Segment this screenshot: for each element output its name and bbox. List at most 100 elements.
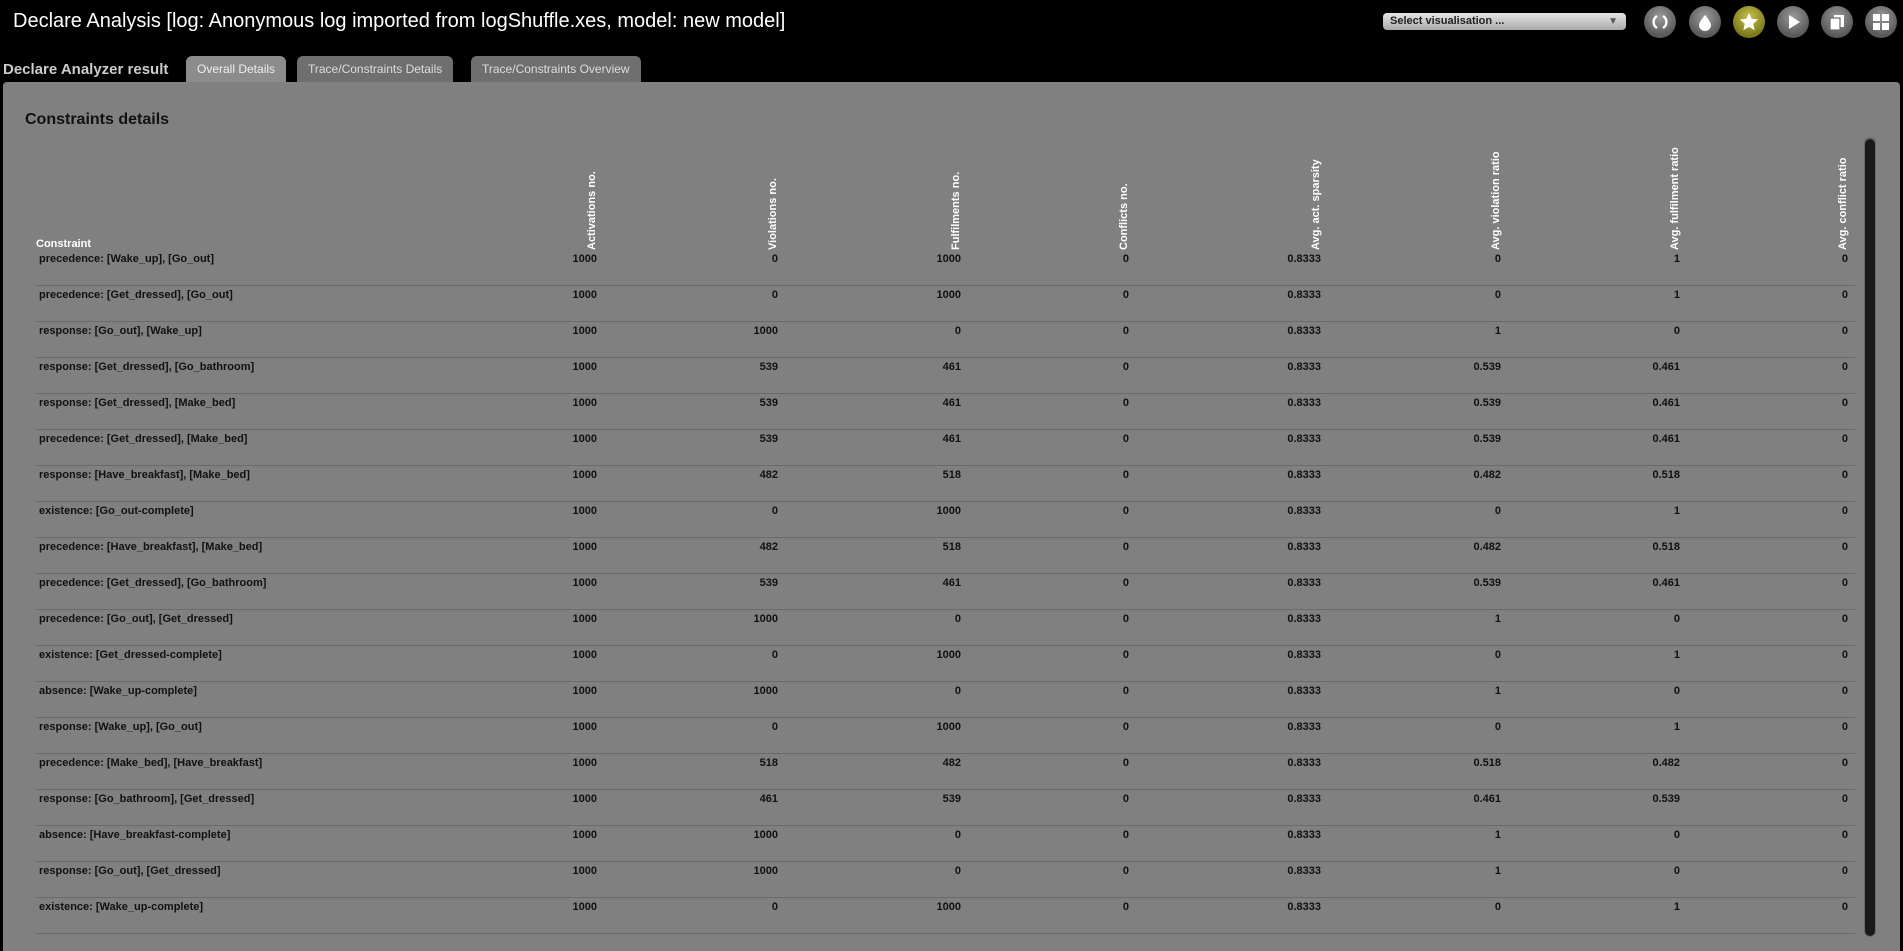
copy-icon (1829, 15, 1844, 31)
table-row[interactable]: existence: [Get_dressed-complete] 1000 0 10… (36, 646, 1855, 682)
value-cell: 0.482 (1652, 757, 1680, 769)
value-cell: 0.461 (1652, 361, 1680, 373)
column-header-avg-conflict-ratio: Avg. conflict ratio (1837, 157, 1849, 251)
copy-button[interactable] (1821, 6, 1853, 38)
value-cell: 0.461 (1652, 433, 1680, 445)
value-cell: 1 (1494, 685, 1501, 697)
value-cell: 0.8333 (1287, 505, 1321, 517)
value-cell: 0 (1841, 361, 1848, 373)
value-cell: 1000 (753, 829, 778, 841)
value-cell: 0 (1122, 649, 1129, 661)
table-row[interactable]: response: [Get_dressed], [Go_bathroom] 10… (36, 358, 1855, 394)
value-cell: 1 (1494, 325, 1501, 337)
value-cell: 482 (759, 469, 778, 481)
constraint-cell: response: [Go_out], [Get_dressed] (39, 865, 221, 877)
value-cell: 0 (954, 865, 961, 877)
column-header-avg-violation-ratio: Avg. violation ratio (1490, 151, 1502, 250)
column-header-avg-fulfilment-ratio: Avg. fulfilment ratio (1669, 147, 1681, 250)
value-cell: 0 (1841, 613, 1848, 625)
table-row[interactable]: absence: [Wake_up-complete] 1000 1000 0 0 0.8… (36, 682, 1855, 718)
value-cell: 0 (1841, 901, 1848, 913)
constraint-cell: response: [Get_dressed], [Make_bed] (39, 397, 236, 409)
value-cell: 0.518 (1652, 541, 1680, 553)
value-cell: 1 (1673, 505, 1680, 517)
table-row[interactable]: precedence: [Wake_up], [Go_out] 1000 0 1000… (36, 250, 1855, 286)
constraint-cell: precedence: [Get_dressed], [Go_out] (39, 289, 233, 301)
table-row[interactable]: absence: [Have_breakfast-complete] 1000 10… (36, 826, 1855, 862)
value-cell: 1000 (572, 829, 597, 841)
value-cell: 0.8333 (1287, 793, 1321, 805)
value-cell: 0 (1122, 253, 1129, 265)
value-cell: 0.539 (1473, 577, 1501, 589)
value-cell: 0 (1122, 829, 1129, 841)
table-row[interactable]: response: [Get_dressed], [Make_bed] 1000 5… (36, 394, 1855, 430)
constraint-cell: existence: [Wake_up-complete] (39, 901, 204, 913)
tab-trace-constraints-overview[interactable]: Trace/Constraints Overview (471, 56, 641, 82)
drop-button[interactable] (1689, 6, 1721, 38)
value-cell: 0 (1122, 865, 1129, 877)
column-header-activations: Activations no. (586, 171, 598, 250)
table-row[interactable]: response: [Go_bathroom], [Get_dressed] 10… (36, 790, 1855, 826)
value-cell: 0.461 (1652, 577, 1680, 589)
table-row[interactable]: precedence: [Get_dressed], [Go_out] 1000 0… (36, 286, 1855, 322)
table-row[interactable]: response: [Wake_up], [Go_out] 1000 0 1000 0 0… (36, 718, 1855, 754)
value-cell: 1000 (572, 865, 597, 877)
value-cell: 0 (1122, 577, 1129, 589)
star-button[interactable] (1733, 6, 1765, 38)
constraint-cell: precedence: [Get_dressed], [Go_bathroom] (39, 577, 267, 589)
value-cell: 1000 (936, 721, 961, 733)
table-row[interactable]: existence: [Wake_up-complete] 1000 0 1000 0 0… (36, 898, 1855, 934)
value-cell: 0 (1841, 865, 1848, 877)
value-cell: 0 (1122, 901, 1129, 913)
constraint-cell: response: [Go_out], [Wake_up] (39, 325, 202, 337)
value-cell: 1000 (572, 649, 597, 661)
column-header-avg-act-sparsity: Avg. act. sparsity (1310, 159, 1322, 250)
value-cell: 0.539 (1473, 397, 1501, 409)
table-row[interactable]: precedence: [Go_out], [Get_dressed] 1000 1… (36, 610, 1855, 646)
table-row[interactable]: response: [Go_out], [Get_dressed] 1000 100… (36, 862, 1855, 898)
value-cell: 0.8333 (1287, 397, 1321, 409)
value-cell: 518 (942, 469, 961, 481)
value-cell: 0 (954, 829, 961, 841)
grid-button[interactable] (1865, 6, 1897, 38)
table-row[interactable]: precedence: [Get_dressed], [Go_bathroom]… (36, 574, 1855, 610)
table-row[interactable]: precedence: [Get_dressed], [Make_bed] 100… (36, 430, 1855, 466)
value-cell: 482 (759, 541, 778, 553)
value-cell: 1 (1673, 253, 1680, 265)
table-row[interactable]: precedence: [Make_bed], [Have_breakfast]… (36, 754, 1855, 790)
column-header-constraint: Constraint (36, 238, 91, 250)
value-cell: 0 (771, 721, 778, 733)
play-button[interactable] (1777, 6, 1809, 38)
tab-trace-constraints-details[interactable]: Trace/Constraints Details (297, 56, 454, 82)
value-cell: 1 (1673, 901, 1680, 913)
value-cell: 0 (771, 289, 778, 301)
value-cell: 1000 (753, 613, 778, 625)
value-cell: 0 (1673, 613, 1680, 625)
constraint-cell: response: [Go_bathroom], [Get_dressed] (39, 793, 255, 805)
value-cell: 0.8333 (1287, 541, 1321, 553)
value-cell: 0 (1673, 865, 1680, 877)
value-cell: 0.539 (1652, 793, 1680, 805)
value-cell: 1000 (572, 901, 597, 913)
table-row[interactable]: existence: [Go_out-complete] 1000 0 1000 0 0.… (36, 502, 1855, 538)
table-row[interactable]: precedence: [Have_breakfast], [Make_bed]… (36, 538, 1855, 574)
table-row[interactable]: response: [Go_out], [Wake_up] 1000 1000 0 0 0… (36, 322, 1855, 358)
value-cell: 0.8333 (1287, 325, 1321, 337)
value-cell: 0 (1673, 829, 1680, 841)
table-row[interactable]: response: [Have_breakfast], [Make_bed] 10… (36, 466, 1855, 502)
value-cell: 0 (1122, 433, 1129, 445)
value-cell: 461 (759, 793, 778, 805)
value-cell: 539 (759, 361, 778, 373)
value-cell: 1000 (936, 649, 961, 661)
value-cell: 0 (1122, 541, 1129, 553)
value-cell: 461 (942, 433, 961, 445)
value-cell: 518 (942, 541, 961, 553)
star-icon (1739, 12, 1759, 31)
scrollbar-thumb[interactable] (1865, 139, 1875, 936)
title-bar: Declare Analysis [log: Anonymous log imp… (0, 0, 1903, 46)
visualisation-select[interactable]: Select visualisation ... ▼ (1383, 13, 1626, 30)
refresh-button[interactable] (1644, 6, 1676, 38)
value-cell: 0 (1494, 505, 1501, 517)
grid-icon (1873, 14, 1889, 30)
tab-overall-details[interactable]: Overall Details (186, 56, 287, 82)
